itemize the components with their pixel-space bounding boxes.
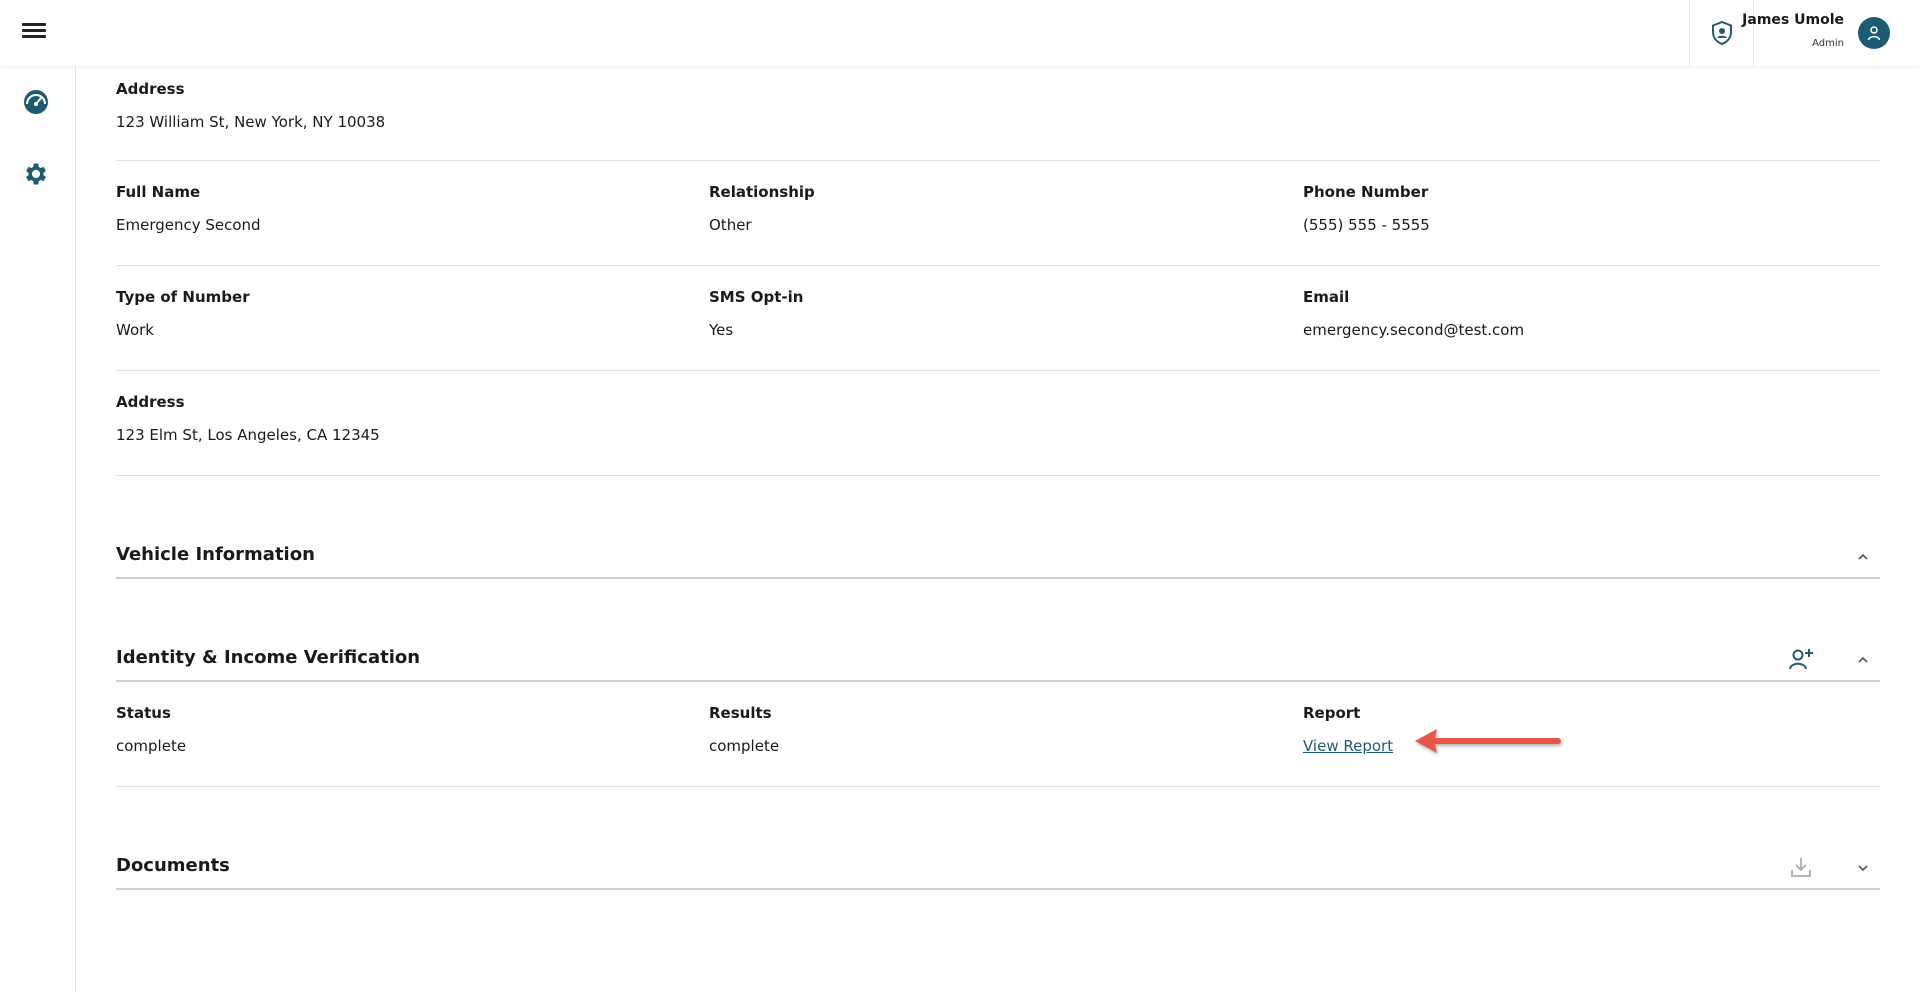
type-of-number-field: Type of Number Work	[116, 288, 250, 339]
chevron-down-icon[interactable]	[1856, 860, 1870, 874]
hamburger-menu-icon[interactable]	[20, 20, 50, 46]
field-label: Full Name	[116, 183, 201, 201]
field-value: Work	[116, 321, 154, 339]
field-value: complete	[709, 737, 780, 755]
results-field: Results complete	[709, 704, 779, 755]
emergency-contact-row-2: Type of Number Work SMS Opt-in Yes Email…	[116, 266, 1880, 371]
field-label: Results	[709, 704, 772, 722]
main-content: Address 123 William St, New York, NY 100…	[116, 66, 1880, 890]
download-icon[interactable]	[1788, 854, 1814, 880]
contact-address-row: Address 123 William St, New York, NY 100…	[116, 66, 1880, 161]
user-name: James Umole	[1742, 12, 1844, 28]
field-value: 123 William St, New York, NY 10038	[116, 113, 386, 131]
field-label: Type of Number	[116, 288, 250, 306]
identity-income-section: Identity & Income Verification	[116, 579, 1880, 682]
annotation-arrow	[1415, 729, 1561, 753]
phone-number-field: Phone Number (555) 555 - 5555	[1303, 183, 1430, 234]
section-title: Documents	[116, 855, 230, 876]
documents-section: Documents	[116, 787, 1880, 890]
sidebar	[0, 0, 76, 992]
field-label: Status	[116, 704, 171, 722]
view-report-link[interactable]: View Report	[1303, 737, 1393, 755]
field-label: Address	[116, 80, 185, 98]
field-value: complete	[116, 737, 187, 755]
vehicle-information-section: Vehicle Information	[116, 476, 1880, 579]
top-bar: James Umole Admin	[0, 0, 1920, 66]
status-field: Status complete	[116, 704, 186, 755]
gear-icon[interactable]	[22, 160, 50, 188]
field-value: (555) 555 - 5555	[1303, 216, 1430, 234]
verification-row: Status complete Results complete Report …	[116, 682, 1880, 787]
emergency-contact-row-1: Full Name Emergency Second Relationship …	[116, 161, 1880, 266]
report-field: Report View Report	[1303, 704, 1393, 755]
relationship-field: Relationship Other	[709, 183, 815, 234]
dashboard-gauge-icon[interactable]	[22, 88, 50, 116]
field-label: Phone Number	[1303, 183, 1429, 201]
field-label: Email	[1303, 288, 1350, 306]
emergency-contact-row-3: Address 123 Elm St, Los Angeles, CA 1234…	[116, 371, 1880, 476]
field-value: Emergency Second	[116, 216, 261, 234]
add-person-icon[interactable]	[1788, 646, 1814, 672]
address-field: Address 123 Elm St, Los Angeles, CA 1234…	[116, 393, 380, 444]
field-value: emergency.second@test.com	[1303, 321, 1525, 339]
field-value: Other	[709, 216, 752, 234]
chevron-up-icon[interactable]	[1856, 549, 1870, 563]
field-label: SMS Opt-in	[709, 288, 804, 306]
section-title: Identity & Income Verification	[116, 647, 421, 668]
user-shield-icon	[1711, 21, 1732, 45]
chevron-up-icon[interactable]	[1856, 652, 1870, 666]
user-menu[interactable]: James Umole Admin	[1742, 10, 1900, 56]
field-value: 123 Elm St, Los Angeles, CA 12345	[116, 426, 380, 444]
field-label: Report	[1303, 704, 1361, 722]
field-label: Relationship	[709, 183, 815, 201]
sms-optin-field: SMS Opt-in Yes	[709, 288, 803, 339]
email-field: Email emergency.second@test.com	[1303, 288, 1524, 339]
field-label: Address	[116, 393, 185, 411]
section-title: Vehicle Information	[116, 544, 315, 565]
full-name-field: Full Name Emergency Second	[116, 183, 261, 234]
address-field: Address 123 William St, New York, NY 100…	[116, 80, 385, 131]
user-shield-button[interactable]	[1689, 0, 1754, 66]
user-role: Admin	[1812, 38, 1844, 49]
user-avatar-icon[interactable]	[1858, 17, 1890, 49]
field-value: Yes	[709, 321, 734, 339]
